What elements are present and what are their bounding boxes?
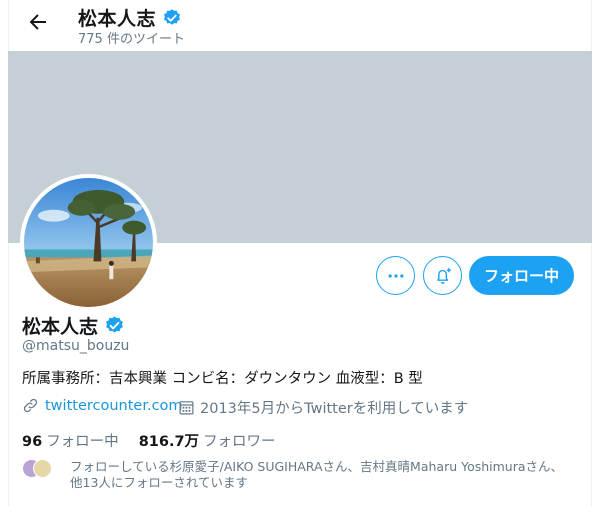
profile-bio: 所属事務所：吉本興業 コンビ名：ダウンタウン 血液型：B 型: [22, 371, 423, 387]
profile-name-text: 松本人志: [22, 316, 99, 338]
notifications-button[interactable]: [423, 256, 462, 295]
joined-date: 2013年5月からTwitterを利用しています: [200, 401, 469, 417]
tweet-count: 775 件のツイート: [78, 32, 185, 47]
more-options-button[interactable]: [376, 256, 415, 295]
following-label: フォロー中: [46, 434, 119, 450]
website-link[interactable]: twittercounter.com: [45, 398, 183, 414]
following-button[interactable]: フォロー中: [469, 256, 574, 295]
link-icon: [23, 398, 38, 413]
following-count: 96: [22, 434, 43, 450]
header-title-text: 松本人志: [78, 8, 157, 30]
followers-stat[interactable]: 816.7万 フォロワー: [139, 430, 276, 451]
follower-avatars: [22, 459, 68, 479]
followed-by-text[interactable]: フォローしている杉原愛子/AIKO SUGIHARAさん、吉村真晴Maharu …: [70, 459, 572, 491]
calendar-icon: [179, 401, 194, 415]
header-title: 松本人志: [78, 4, 182, 31]
avatar: [33, 459, 52, 478]
following-stat[interactable]: 96 フォロー中: [22, 430, 119, 451]
profile-joined: 2013年5月からTwitterを利用しています: [178, 397, 468, 418]
profile-name: 松本人志: [22, 312, 125, 339]
followers-count: 816.7万: [138, 434, 200, 450]
bell-plus-icon: [436, 267, 451, 284]
followers-label: フォロワー: [203, 434, 276, 450]
back-arrow-icon[interactable]: [26, 10, 50, 34]
profile-website: twittercounter.com: [22, 397, 183, 414]
verified-badge-icon: [106, 316, 123, 333]
profile-avatar[interactable]: [20, 174, 157, 311]
profile-handle: @matsu_bouzu: [22, 338, 130, 354]
profile-stats: 96 フォロー中 816.7万 フォロワー: [22, 430, 276, 451]
verified-badge-icon: [164, 8, 181, 25]
followed-by: フォローしている杉原愛子/AIKO SUGIHARAさん、吉村真晴Maharu …: [22, 459, 572, 491]
more-horizontal-icon: [388, 273, 403, 278]
